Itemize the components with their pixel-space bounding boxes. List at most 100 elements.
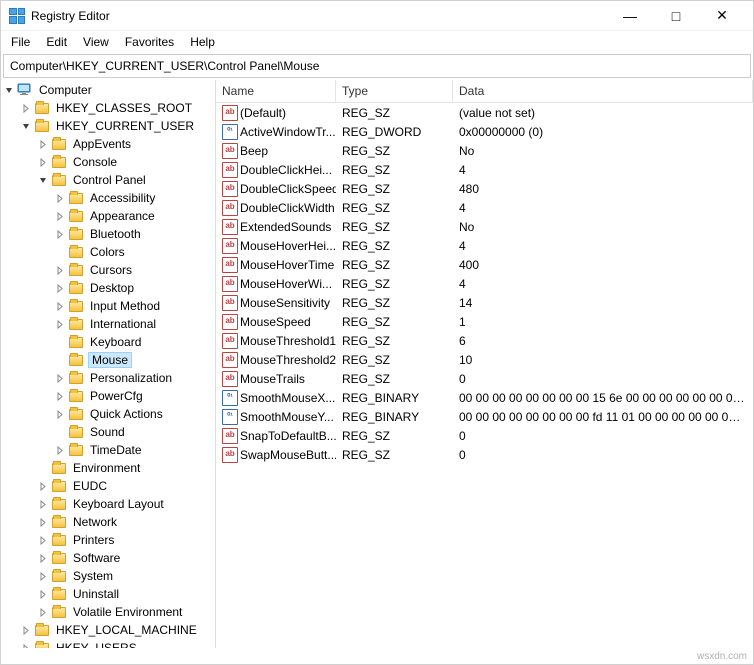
tree-item-eudc[interactable]: EUDC	[1, 477, 215, 495]
expand-icon[interactable]	[54, 300, 67, 313]
value-row[interactable]: BeepREG_SZNo	[216, 141, 753, 160]
tree-item-desktop[interactable]: Desktop	[1, 279, 215, 297]
expand-icon[interactable]	[54, 408, 67, 421]
value-row[interactable]: MouseSensitivityREG_SZ14	[216, 293, 753, 312]
expand-icon[interactable]	[37, 534, 50, 547]
titlebar[interactable]: Registry Editor — □ ✕	[1, 1, 753, 31]
expand-icon[interactable]	[37, 552, 50, 565]
tree-item-software[interactable]: Software	[1, 549, 215, 567]
list-header[interactable]: Name Type Data	[216, 80, 753, 103]
tree-item-hkey-users[interactable]: HKEY_USERS	[1, 639, 215, 648]
tree-item-colors[interactable]: Colors	[1, 243, 215, 261]
tree-item-sound[interactable]: Sound	[1, 423, 215, 441]
tree-item-hkey-current-user[interactable]: HKEY_CURRENT_USER	[1, 117, 215, 135]
menu-edit[interactable]: Edit	[38, 33, 75, 51]
value-row[interactable]: MouseThreshold2REG_SZ10	[216, 350, 753, 369]
tree-item-system[interactable]: System	[1, 567, 215, 585]
expand-icon[interactable]	[54, 282, 67, 295]
value-name: MouseThreshold2	[240, 353, 336, 367]
tree-item-accessibility[interactable]: Accessibility	[1, 189, 215, 207]
expand-icon[interactable]	[54, 318, 67, 331]
expand-icon[interactable]	[54, 390, 67, 403]
tree-item-hkey-local-machine[interactable]: HKEY_LOCAL_MACHINE	[1, 621, 215, 639]
expand-icon[interactable]	[37, 588, 50, 601]
string-value-icon	[222, 428, 238, 444]
expand-icon[interactable]	[54, 210, 67, 223]
tree-item-volatile-environment[interactable]: Volatile Environment	[1, 603, 215, 621]
tree-item-network[interactable]: Network	[1, 513, 215, 531]
tree-item-environment[interactable]: Environment	[1, 459, 215, 477]
value-row[interactable]: DoubleClickWidthREG_SZ4	[216, 198, 753, 217]
list-panel[interactable]: Name Type Data (Default)REG_SZ(value not…	[216, 80, 753, 648]
value-data: 0x00000000 (0)	[453, 125, 753, 139]
expand-icon[interactable]	[37, 138, 50, 151]
tree-item-bluetooth[interactable]: Bluetooth	[1, 225, 215, 243]
tree-panel[interactable]: ComputerHKEY_CLASSES_ROOTHKEY_CURRENT_US…	[1, 80, 216, 648]
tree-item-mouse[interactable]: Mouse	[1, 351, 215, 369]
expand-icon[interactable]	[54, 192, 67, 205]
tree-item-quick-actions[interactable]: Quick Actions	[1, 405, 215, 423]
expand-icon[interactable]	[20, 642, 33, 649]
tree-item-appevents[interactable]: AppEvents	[1, 135, 215, 153]
expand-icon[interactable]	[37, 516, 50, 529]
tree-item-cursors[interactable]: Cursors	[1, 261, 215, 279]
expand-icon[interactable]	[37, 156, 50, 169]
tree-item-timedate[interactable]: TimeDate	[1, 441, 215, 459]
col-name[interactable]: Name	[216, 80, 336, 102]
tree-item-computer[interactable]: Computer	[1, 81, 215, 99]
tree-item-uninstall[interactable]: Uninstall	[1, 585, 215, 603]
minimize-button[interactable]: —	[607, 1, 653, 31]
tree-item-keyboard-layout[interactable]: Keyboard Layout	[1, 495, 215, 513]
expand-icon[interactable]	[37, 570, 50, 583]
value-row[interactable]: SmoothMouseX...REG_BINARY00 00 00 00 00 …	[216, 388, 753, 407]
menu-favorites[interactable]: Favorites	[117, 33, 182, 51]
value-row[interactable]: SnapToDefaultB...REG_SZ0	[216, 426, 753, 445]
tree-item-hkey-classes-root[interactable]: HKEY_CLASSES_ROOT	[1, 99, 215, 117]
value-row[interactable]: MouseTrailsREG_SZ0	[216, 369, 753, 388]
menu-view[interactable]: View	[75, 33, 117, 51]
value-row[interactable]: DoubleClickHei...REG_SZ4	[216, 160, 753, 179]
tree-item-control-panel[interactable]: Control Panel	[1, 171, 215, 189]
expand-icon	[54, 354, 67, 367]
menu-help[interactable]: Help	[182, 33, 223, 51]
tree-item-console[interactable]: Console	[1, 153, 215, 171]
maximize-button[interactable]: □	[653, 1, 699, 31]
address-bar[interactable]: Computer\HKEY_CURRENT_USER\Control Panel…	[3, 54, 751, 78]
close-button[interactable]: ✕	[699, 1, 745, 31]
tree-item-powercfg[interactable]: PowerCfg	[1, 387, 215, 405]
value-row[interactable]: DoubleClickSpeedREG_SZ480	[216, 179, 753, 198]
value-row[interactable]: SmoothMouseY...REG_BINARY00 00 00 00 00 …	[216, 407, 753, 426]
expand-icon[interactable]	[20, 120, 33, 133]
expand-icon[interactable]	[54, 444, 67, 457]
expand-icon[interactable]	[37, 174, 50, 187]
value-row[interactable]: ActiveWindowTr...REG_DWORD0x00000000 (0)	[216, 122, 753, 141]
tree-item-input-method[interactable]: Input Method	[1, 297, 215, 315]
value-row[interactable]: ExtendedSoundsREG_SZNo	[216, 217, 753, 236]
tree-item-international[interactable]: International	[1, 315, 215, 333]
value-row[interactable]: MouseHoverHei...REG_SZ4	[216, 236, 753, 255]
expand-icon[interactable]	[20, 624, 33, 637]
value-row[interactable]: (Default)REG_SZ(value not set)	[216, 103, 753, 122]
col-data[interactable]: Data	[453, 80, 753, 102]
expand-icon[interactable]	[54, 228, 67, 241]
menu-file[interactable]: File	[3, 33, 38, 51]
col-type[interactable]: Type	[336, 80, 453, 102]
expand-icon[interactable]	[20, 102, 33, 115]
expand-icon[interactable]	[3, 84, 16, 97]
string-value-icon	[222, 276, 238, 292]
value-row[interactable]: MouseThreshold1REG_SZ6	[216, 331, 753, 350]
expand-icon[interactable]	[37, 606, 50, 619]
expand-icon[interactable]	[54, 372, 67, 385]
value-row[interactable]: MouseHoverTimeREG_SZ400	[216, 255, 753, 274]
tree-item-keyboard[interactable]: Keyboard	[1, 333, 215, 351]
value-row[interactable]: MouseHoverWi...REG_SZ4	[216, 274, 753, 293]
tree-item-appearance[interactable]: Appearance	[1, 207, 215, 225]
value-row[interactable]: SwapMouseButt...REG_SZ0	[216, 445, 753, 464]
tree-item-personalization[interactable]: Personalization	[1, 369, 215, 387]
expand-icon[interactable]	[37, 498, 50, 511]
value-row[interactable]: MouseSpeedREG_SZ1	[216, 312, 753, 331]
expand-icon[interactable]	[37, 480, 50, 493]
expand-icon[interactable]	[54, 264, 67, 277]
tree-item-printers[interactable]: Printers	[1, 531, 215, 549]
expand-icon	[54, 246, 67, 259]
